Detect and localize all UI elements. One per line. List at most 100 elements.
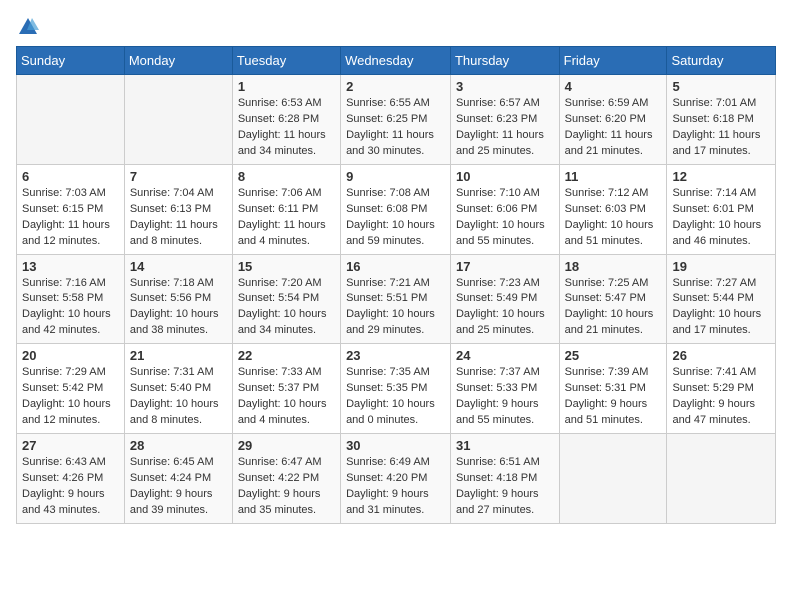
calendar-cell: 2 Sunrise: 6:55 AMSunset: 6:25 PMDaylight… (341, 75, 451, 165)
day-number: 28 (130, 438, 227, 453)
day-number: 6 (22, 169, 119, 184)
calendar: SundayMondayTuesdayWednesdayThursdayFrid… (16, 46, 776, 524)
calendar-cell: 30Sunrise: 6:49 AMSunset: 4:20 PMDayligh… (341, 434, 451, 524)
calendar-cell: 28 Sunrise: 6:45 AMSunset: 4:24 PMDayligh… (124, 434, 232, 524)
day-number: 29 (238, 438, 335, 453)
weekday-header-sunday: Sunday (17, 47, 125, 75)
day-info: Sunrise: 7:21 AMSunset: 5:51 PMDaylight:… (346, 276, 445, 340)
weekday-header-wednesday: Wednesday (341, 47, 451, 75)
day-info: Sunrise: 7:41 AMSunset: 5:29 PMDaylight:… (672, 365, 770, 429)
day-info: Sunrise: 6:49 AMSunset: 4:20 PMDaylight:… (346, 455, 445, 519)
day-number: 24 (456, 348, 554, 363)
calendar-cell (559, 434, 667, 524)
day-info: Sunrise: 7:39 AMSunset: 5:31 PMDaylight:… (565, 365, 662, 429)
weekday-header-saturday: Saturday (667, 47, 776, 75)
day-number: 19 (672, 259, 770, 274)
day-number: 22 (238, 348, 335, 363)
day-number: 2 (346, 79, 445, 94)
day-info: Sunrise: 6:55 AMSunset: 6:25 PMDaylight:… (346, 96, 445, 160)
day-number: 4 (565, 79, 662, 94)
day-number: 26 (672, 348, 770, 363)
calendar-cell: 9 Sunrise: 7:08 AMSunset: 6:08 PMDaylight… (341, 164, 451, 254)
day-number: 10 (456, 169, 554, 184)
calendar-cell (17, 75, 125, 165)
day-info: Sunrise: 7:10 AMSunset: 6:06 PMDaylight:… (456, 186, 554, 250)
weekday-header-friday: Friday (559, 47, 667, 75)
day-number: 14 (130, 259, 227, 274)
calendar-cell: 27 Sunrise: 6:43 AMSunset: 4:26 PMDayligh… (17, 434, 125, 524)
day-info: Sunrise: 7:06 AMSunset: 6:11 PMDaylight:… (238, 186, 335, 250)
calendar-cell: 29 Sunrise: 6:47 AMSunset: 4:22 PMDayligh… (232, 434, 340, 524)
day-number: 9 (346, 169, 445, 184)
day-number: 15 (238, 259, 335, 274)
calendar-cell (124, 75, 232, 165)
day-info: Sunrise: 7:18 AMSunset: 5:56 PMDaylight:… (130, 276, 227, 340)
weekday-header-thursday: Thursday (450, 47, 559, 75)
day-info: Sunrise: 7:01 AMSunset: 6:18 PMDaylight:… (672, 96, 770, 160)
calendar-cell: 13 Sunrise: 7:16 AMSunset: 5:58 PMDayligh… (17, 254, 125, 344)
day-number: 25 (565, 348, 662, 363)
weekday-header-monday: Monday (124, 47, 232, 75)
calendar-cell: 19 Sunrise: 7:27 AMSunset: 5:44 PMDayligh… (667, 254, 776, 344)
day-info: Sunrise: 7:31 AMSunset: 5:40 PMDaylight:… (130, 365, 227, 429)
day-number: 7 (130, 169, 227, 184)
day-info: Sunrise: 7:12 AMSunset: 6:03 PMDaylight:… (565, 186, 662, 250)
day-info: Sunrise: 6:47 AMSunset: 4:22 PMDaylight:… (238, 455, 335, 519)
calendar-cell: 26 Sunrise: 7:41 AMSunset: 5:29 PMDayligh… (667, 344, 776, 434)
day-info: Sunrise: 7:16 AMSunset: 5:58 PMDaylight:… (22, 276, 119, 340)
day-number: 21 (130, 348, 227, 363)
day-info: Sunrise: 7:03 AMSunset: 6:15 PMDaylight:… (22, 186, 119, 250)
day-number: 16 (346, 259, 445, 274)
calendar-cell: 5 Sunrise: 7:01 AMSunset: 6:18 PMDaylight… (667, 75, 776, 165)
page-header (16, 16, 776, 34)
day-number: 5 (672, 79, 770, 94)
day-number: 13 (22, 259, 119, 274)
day-number: 1 (238, 79, 335, 94)
calendar-cell: 24 Sunrise: 7:37 AMSunset: 5:33 PMDayligh… (450, 344, 559, 434)
day-number: 20 (22, 348, 119, 363)
calendar-cell: 20 Sunrise: 7:29 AMSunset: 5:42 PMDayligh… (17, 344, 125, 434)
day-info: Sunrise: 6:43 AMSunset: 4:26 PMDaylight:… (22, 455, 119, 519)
day-info: Sunrise: 7:33 AMSunset: 5:37 PMDaylight:… (238, 365, 335, 429)
calendar-cell: 7 Sunrise: 7:04 AMSunset: 6:13 PMDaylight… (124, 164, 232, 254)
calendar-cell: 6 Sunrise: 7:03 AMSunset: 6:15 PMDaylight… (17, 164, 125, 254)
calendar-cell (667, 434, 776, 524)
calendar-cell: 3 Sunrise: 6:57 AMSunset: 6:23 PMDaylight… (450, 75, 559, 165)
calendar-cell: 23 Sunrise: 7:35 AMSunset: 5:35 PMDayligh… (341, 344, 451, 434)
day-info: Sunrise: 6:57 AMSunset: 6:23 PMDaylight:… (456, 96, 554, 160)
day-info: Sunrise: 7:04 AMSunset: 6:13 PMDaylight:… (130, 186, 227, 250)
day-info: Sunrise: 6:51 AMSunset: 4:18 PMDaylight:… (456, 455, 554, 519)
calendar-cell: 16 Sunrise: 7:21 AMSunset: 5:51 PMDayligh… (341, 254, 451, 344)
calendar-cell: 8 Sunrise: 7:06 AMSunset: 6:11 PMDaylight… (232, 164, 340, 254)
calendar-cell: 25 Sunrise: 7:39 AMSunset: 5:31 PMDayligh… (559, 344, 667, 434)
day-number: 18 (565, 259, 662, 274)
day-info: Sunrise: 6:45 AMSunset: 4:24 PMDaylight:… (130, 455, 227, 519)
day-info: Sunrise: 7:14 AMSunset: 6:01 PMDaylight:… (672, 186, 770, 250)
calendar-cell: 11 Sunrise: 7:12 AMSunset: 6:03 PMDayligh… (559, 164, 667, 254)
day-info: Sunrise: 7:25 AMSunset: 5:47 PMDaylight:… (565, 276, 662, 340)
calendar-cell: 1 Sunrise: 6:53 AMSunset: 6:28 PMDaylight… (232, 75, 340, 165)
day-info: Sunrise: 7:35 AMSunset: 5:35 PMDaylight:… (346, 365, 445, 429)
day-number: 27 (22, 438, 119, 453)
calendar-cell: 21 Sunrise: 7:31 AMSunset: 5:40 PMDayligh… (124, 344, 232, 434)
calendar-cell: 10 Sunrise: 7:10 AMSunset: 6:06 PMDayligh… (450, 164, 559, 254)
calendar-header: SundayMondayTuesdayWednesdayThursdayFrid… (17, 47, 776, 75)
day-info: Sunrise: 7:37 AMSunset: 5:33 PMDaylight:… (456, 365, 554, 429)
day-info: Sunrise: 6:59 AMSunset: 6:20 PMDaylight:… (565, 96, 662, 160)
day-number: 3 (456, 79, 554, 94)
day-number: 11 (565, 169, 662, 184)
calendar-cell: 17Sunrise: 7:23 AMSunset: 5:49 PMDayligh… (450, 254, 559, 344)
day-number: 12 (672, 169, 770, 184)
day-info: Sunrise: 6:53 AMSunset: 6:28 PMDaylight:… (238, 96, 335, 160)
day-info: Sunrise: 7:20 AMSunset: 5:54 PMDaylight:… (238, 276, 335, 340)
day-info: Sunrise: 7:29 AMSunset: 5:42 PMDaylight:… (22, 365, 119, 429)
calendar-cell: 15 Sunrise: 7:20 AMSunset: 5:54 PMDayligh… (232, 254, 340, 344)
logo (16, 16, 40, 34)
day-info: Sunrise: 7:08 AMSunset: 6:08 PMDaylight:… (346, 186, 445, 250)
day-number: 8 (238, 169, 335, 184)
calendar-cell: 31Sunrise: 6:51 AMSunset: 4:18 PMDayligh… (450, 434, 559, 524)
calendar-cell: 22 Sunrise: 7:33 AMSunset: 5:37 PMDayligh… (232, 344, 340, 434)
calendar-cell: 4 Sunrise: 6:59 AMSunset: 6:20 PMDaylight… (559, 75, 667, 165)
day-info: Sunrise: 7:27 AMSunset: 5:44 PMDaylight:… (672, 276, 770, 340)
day-number: 23 (346, 348, 445, 363)
